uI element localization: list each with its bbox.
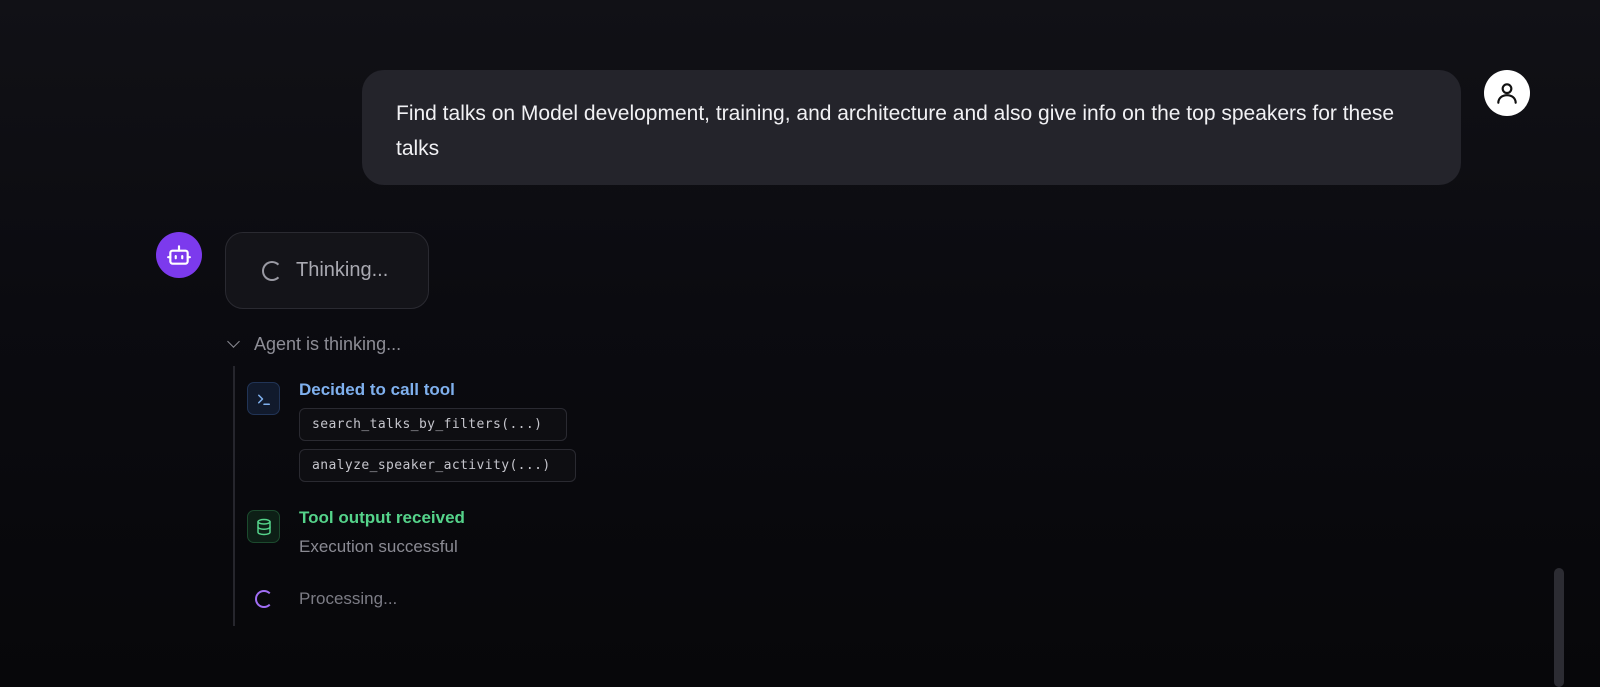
tool-call-chip[interactable]: analyze_speaker_activity(...) <box>299 449 576 482</box>
assistant-thinking-bubble: Thinking... <box>225 232 429 309</box>
user-avatar <box>1484 70 1530 116</box>
user-message-text: Find talks on Model development, trainin… <box>396 102 1395 160</box>
trace-timeline-line <box>233 366 235 626</box>
chat-view: Find talks on Model development, trainin… <box>0 0 1600 687</box>
step-tool-call-title: Decided to call tool <box>299 380 455 399</box>
database-icon <box>247 510 280 543</box>
user-message-bubble: Find talks on Model development, trainin… <box>362 70 1461 185</box>
scrollbar-thumb[interactable] <box>1554 568 1564 687</box>
loading-spinner-icon <box>262 260 282 281</box>
step-tool-output-description: Execution successful <box>299 537 458 556</box>
spinner-icon <box>247 582 280 615</box>
user-icon <box>1497 83 1517 104</box>
step-processing-label: Processing... <box>299 589 398 608</box>
agent-trace-toggle[interactable]: Agent is thinking... <box>226 332 401 356</box>
agent-trace-label: Agent is thinking... <box>254 333 402 354</box>
thinking-label: Thinking... <box>296 259 389 281</box>
terminal-icon <box>247 382 280 415</box>
tool-call-chip[interactable]: search_talks_by_filters(...) <box>299 408 567 441</box>
assistant-avatar <box>156 232 202 278</box>
processing-spinner <box>254 589 273 608</box>
robot-icon <box>167 245 191 265</box>
chevron-down-icon <box>227 335 240 348</box>
step-tool-output-title: Tool output received <box>299 508 465 527</box>
